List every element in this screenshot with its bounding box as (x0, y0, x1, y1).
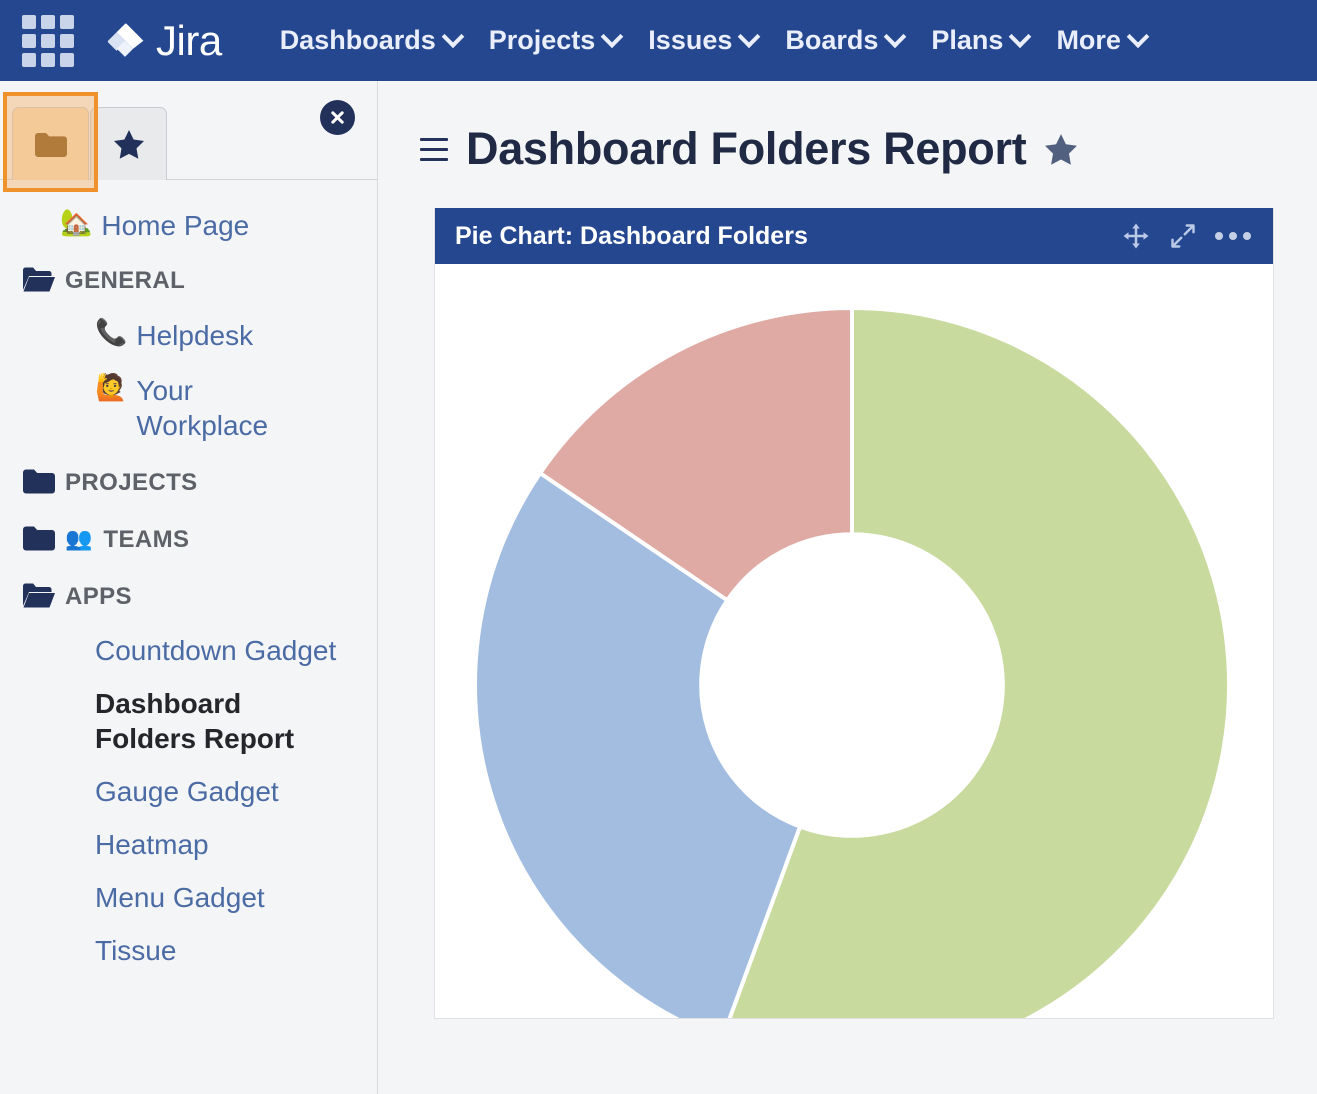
busts-emoji-icon: 👥 (65, 525, 92, 553)
expand-diagonal-icon[interactable] (1169, 222, 1197, 250)
sidebar-group-label: TEAMS (103, 522, 189, 555)
nav-label: Issues (648, 25, 732, 56)
nav-label: Projects (489, 25, 596, 56)
app-grid-dot (22, 15, 36, 29)
sidebar-item-your-workplace[interactable]: 🙋 Your Workplace (0, 363, 377, 453)
sidebar-tab-folders[interactable] (12, 107, 89, 180)
app-grid-dot (60, 53, 74, 67)
page-header: Dashboard Folders Report (400, 81, 1295, 175)
jira-wordmark: Jira (156, 20, 222, 62)
sidebar-item-label: Countdown Gadget (95, 633, 336, 668)
sidebar-item-label: Gauge Gadget (95, 774, 279, 809)
app-grid-dot (60, 15, 74, 29)
more-dot (1229, 232, 1237, 240)
folder-open-icon (22, 266, 56, 293)
sidebar-item-gauge-gadget[interactable]: Gauge Gadget (0, 765, 377, 818)
sidebar-group-label: GENERAL (65, 263, 185, 296)
jira-home-link[interactable]: Jira (104, 20, 222, 62)
sidebar-item-home-page[interactable]: 🏡 Home Page (0, 200, 377, 251)
app-grid-icon[interactable] (20, 13, 76, 69)
sidebar-group-teams[interactable]: 👥 TEAMS (0, 510, 377, 567)
folder-open-icon (22, 582, 56, 609)
gadget-title: Pie Chart: Dashboard Folders (455, 222, 1121, 251)
jira-logo-icon (104, 20, 146, 62)
chevron-down-icon (1127, 25, 1150, 48)
hamburger-icon[interactable] (420, 138, 448, 161)
chevron-down-icon (884, 25, 907, 48)
hamburger-line (420, 148, 448, 151)
telephone-emoji-icon: 📞 (95, 318, 127, 348)
app-grid-dot (41, 34, 55, 48)
person-raising-hand-emoji-icon: 🙋 (95, 373, 127, 403)
page-title: Dashboard Folders Report (466, 123, 1026, 175)
nav-label: Plans (931, 25, 1003, 56)
sidebar-item-label: Tissue (95, 933, 176, 968)
nav-item-boards[interactable]: Boards (771, 19, 917, 62)
sidebar-close-button[interactable] (320, 100, 355, 135)
sidebar-item-label: Menu Gadget (95, 880, 265, 915)
chevron-down-icon (441, 25, 464, 48)
house-emoji-icon: 🏡 (60, 208, 92, 238)
pie-chart-canvas (435, 264, 1273, 1018)
nav-item-plans[interactable]: Plans (917, 19, 1042, 62)
app-grid-dot (41, 53, 55, 67)
more-horizontal-icon[interactable] (1215, 226, 1251, 246)
close-icon (329, 109, 346, 126)
chevron-down-icon (601, 25, 624, 48)
donut-slices (475, 308, 1229, 1018)
nav-item-issues[interactable]: Issues (634, 19, 771, 62)
app-grid-dot (22, 53, 36, 67)
star-icon (113, 129, 145, 160)
app-grid-dot (60, 34, 74, 48)
more-dot (1243, 232, 1251, 240)
top-navigation-bar: Jira Dashboards Projects Issues Boards P… (0, 0, 1317, 81)
sidebar-item-label: Home Page (101, 208, 249, 243)
folder-icon (34, 131, 68, 158)
sidebar-item-tissue[interactable]: Tissue (0, 924, 377, 977)
donut-chart (435, 264, 1273, 1018)
folder-tree: 🏡 Home Page GENERAL 📞 Helpdesk 🙋 Your Wo… (0, 180, 377, 977)
sidebar-item-label: Your Workplace (136, 373, 311, 443)
sidebar-item-countdown-gadget[interactable]: Countdown Gadget (0, 624, 377, 677)
sidebar-group-label: APPS (65, 579, 132, 612)
hamburger-line (420, 158, 448, 161)
sidebar-item-dashboard-folders-report[interactable]: Dashboard Folders Report (0, 677, 377, 765)
main-content: Dashboard Folders Report Pie Chart: Dash… (378, 81, 1317, 1094)
sidebar-group-label: PROJECTS (65, 465, 198, 498)
sidebar-group-projects[interactable]: PROJECTS (0, 453, 377, 510)
nav-item-dashboards[interactable]: Dashboards (266, 19, 475, 62)
hamburger-line (420, 138, 448, 141)
sidebar-item-label: Heatmap (95, 827, 209, 862)
sidebar-tab-strip (0, 81, 377, 180)
nav-label: Boards (785, 25, 878, 56)
sidebar-item-label: Helpdesk (136, 318, 253, 353)
dashboard-folders-sidebar: 🏡 Home Page GENERAL 📞 Helpdesk 🙋 Your Wo… (0, 81, 378, 1094)
app-grid-dot (22, 34, 36, 48)
nav-item-more[interactable]: More (1042, 19, 1160, 62)
page-body: 🏡 Home Page GENERAL 📞 Helpdesk 🙋 Your Wo… (0, 81, 1317, 1094)
sidebar-item-helpdesk[interactable]: 📞 Helpdesk (0, 308, 377, 363)
sidebar-group-general[interactable]: GENERAL (0, 251, 377, 308)
sidebar-group-apps[interactable]: APPS (0, 567, 377, 624)
nav-label: More (1056, 25, 1121, 56)
expand-diagonal-glyph (1169, 222, 1197, 250)
chevron-down-icon (1009, 25, 1032, 48)
more-dot (1215, 232, 1223, 240)
pie-chart-gadget: Pie Chart: Dashboard Folders (434, 208, 1274, 1019)
sidebar-item-menu-gadget[interactable]: Menu Gadget (0, 871, 377, 924)
sidebar-tab-favorites[interactable] (90, 107, 167, 180)
move-arrows-icon[interactable] (1121, 221, 1151, 251)
app-grid-dot (41, 15, 55, 29)
folder-closed-icon (22, 468, 56, 495)
sidebar-item-label: Dashboard Folders Report (95, 686, 345, 756)
folder-closed-icon (22, 525, 56, 552)
move-arrows-glyph (1121, 221, 1151, 251)
gadget-header: Pie Chart: Dashboard Folders (435, 208, 1273, 264)
star-filled-icon[interactable] (1044, 133, 1078, 166)
sidebar-item-heatmap[interactable]: Heatmap (0, 818, 377, 871)
nav-item-projects[interactable]: Projects (475, 19, 635, 62)
nav-label: Dashboards (280, 25, 436, 56)
chevron-down-icon (738, 25, 761, 48)
